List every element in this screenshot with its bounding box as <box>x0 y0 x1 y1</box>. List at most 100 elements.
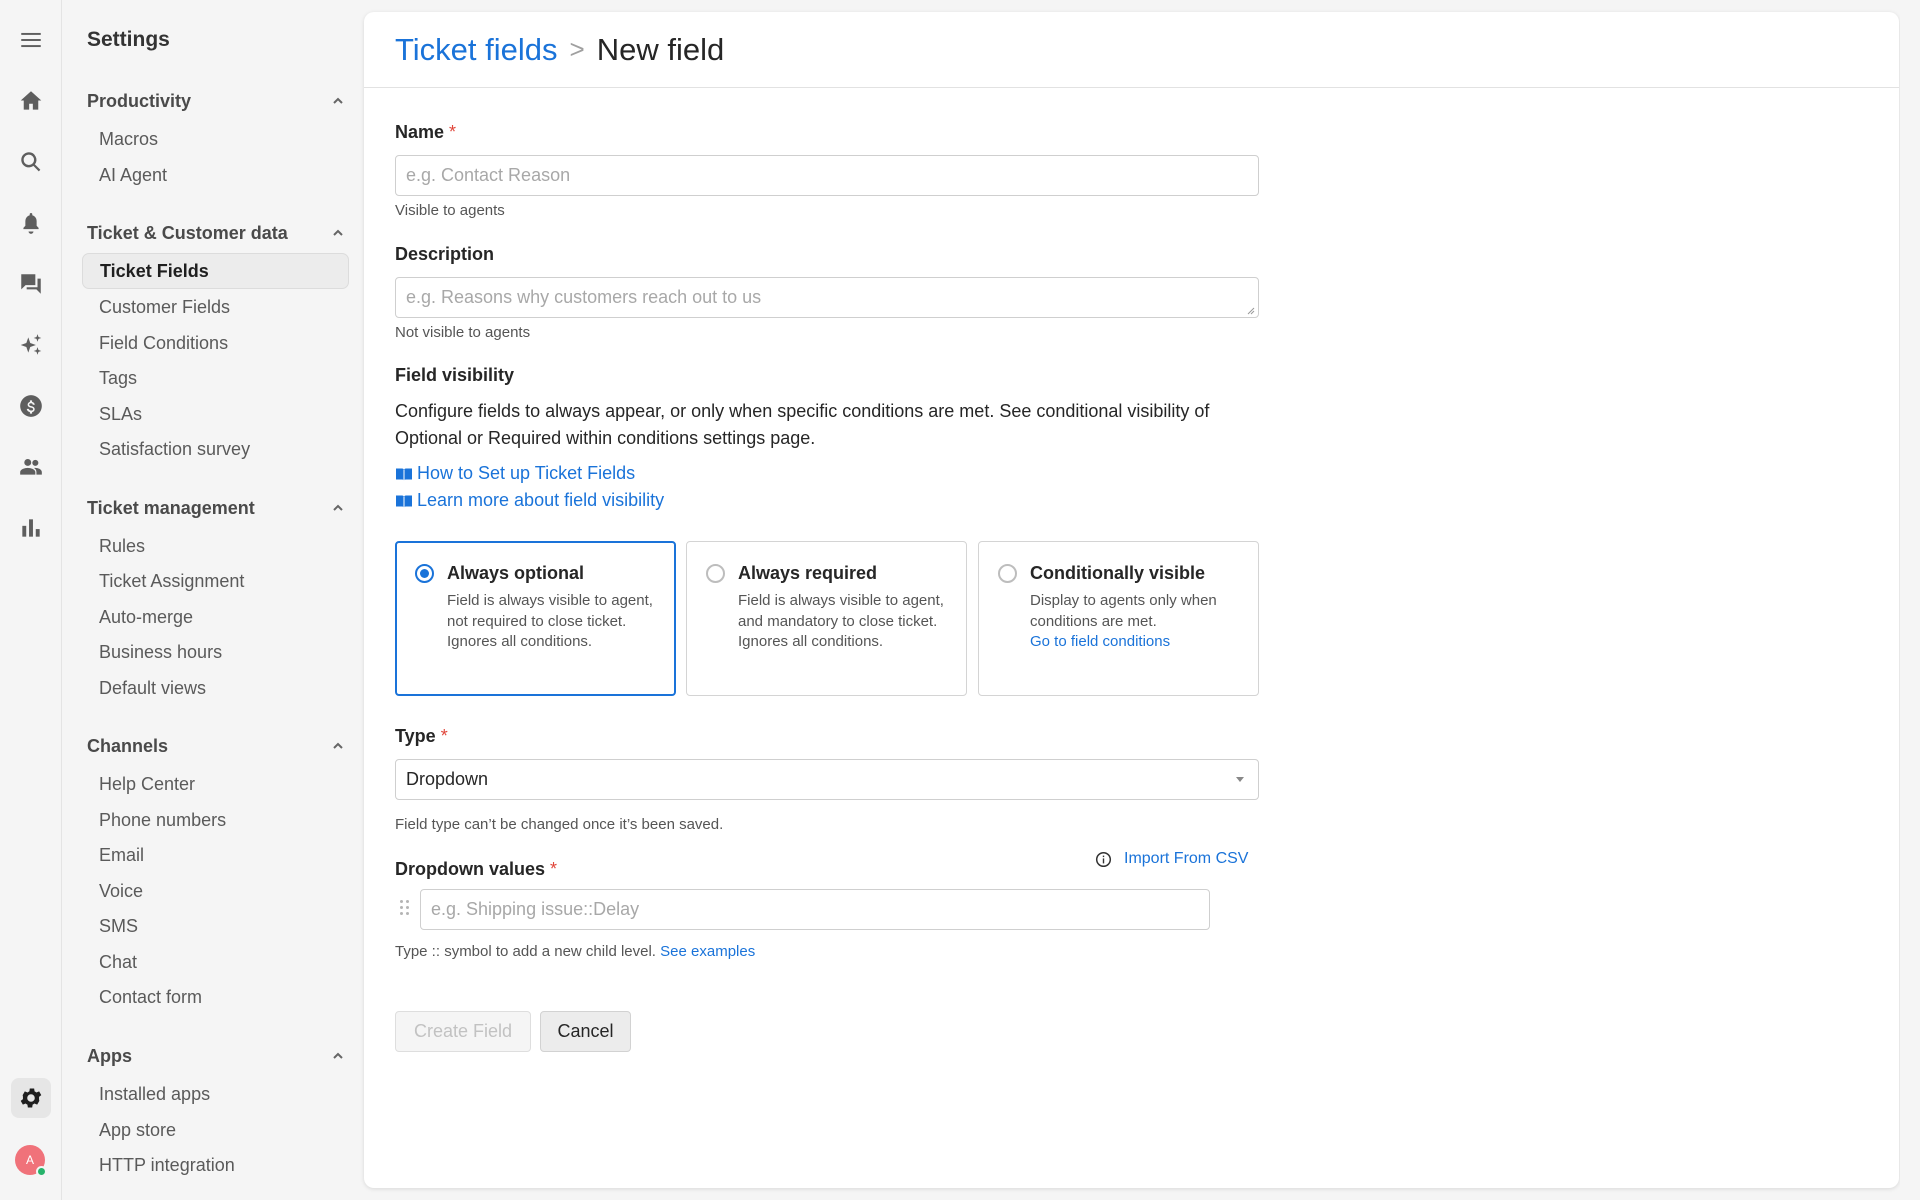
info-icon <box>1095 851 1112 867</box>
user-avatar[interactable]: A <box>15 1145 47 1177</box>
book-icon <box>396 495 412 507</box>
section-ticket-management[interactable]: Ticket management <box>87 496 347 520</box>
sidebar-item-tags[interactable]: Tags <box>82 360 349 396</box>
radio-always-optional[interactable] <box>415 564 434 583</box>
section-apps[interactable]: Apps <box>87 1044 347 1068</box>
create-field-button[interactable]: Create Field <box>395 1011 531 1052</box>
chevron-up-icon <box>333 97 343 104</box>
sidebar-item-help-center[interactable]: Help Center <box>82 766 349 802</box>
name-help-text: Visible to agents <box>395 202 505 219</box>
dollar-icon[interactable] <box>11 386 51 426</box>
breadcrumb-ticket-fields-link[interactable]: Ticket fields <box>395 32 558 68</box>
option-conditionally-visible[interactable]: Conditionally visible Display to agents … <box>978 541 1259 696</box>
sidebar-item-field-conditions[interactable]: Field Conditions <box>82 325 349 361</box>
sidebar-item-default-views[interactable]: Default views <box>82 670 349 706</box>
section-ticket-customer-data[interactable]: Ticket & Customer data <box>87 221 347 245</box>
option-description: Display to agents only when conditions a… <box>1030 592 1217 630</box>
sidebar-title: Settings <box>87 28 170 51</box>
sidebar-item-customer-fields[interactable]: Customer Fields <box>82 289 349 325</box>
icon-rail: A <box>0 0 62 1200</box>
name-label: Name * <box>395 122 456 143</box>
import-from-csv-text: Import From CSV <box>1124 850 1249 867</box>
field-visibility-label: Field visibility <box>395 365 515 385</box>
option-always-required[interactable]: Always required Field is always visible … <box>686 541 967 696</box>
sidebar-item-slas[interactable]: SLAs <box>82 396 349 432</box>
dropdown-values-label: Dropdown values * <box>395 859 557 880</box>
online-status-dot <box>36 1166 47 1177</box>
description-textarea[interactable] <box>395 277 1259 318</box>
chevron-up-icon <box>333 504 343 511</box>
sidebar-item-rules[interactable]: Rules <box>82 528 349 564</box>
type-label: Type * <box>395 726 448 747</box>
name-label-text: Name <box>395 122 445 142</box>
breadcrumb-separator: > <box>569 34 585 64</box>
required-asterisk: * <box>550 859 558 879</box>
sidebar-item-http-integration[interactable]: HTTP integration <box>82 1147 349 1183</box>
field-visibility-description: Configure fields to always appear, or on… <box>395 401 1210 448</box>
type-help-text: Field type can’t be changed once it’s be… <box>395 816 724 833</box>
settings-gear-icon[interactable] <box>11 1078 51 1118</box>
radio-conditionally-visible[interactable] <box>998 564 1017 583</box>
go-to-field-conditions-link[interactable]: Go to field conditions <box>1030 633 1170 650</box>
sidebar-item-email[interactable]: Email <box>82 837 349 873</box>
import-from-csv-link[interactable]: Import From CSV <box>1095 850 1248 868</box>
sidebar-item-app-store[interactable]: App store <box>82 1112 349 1148</box>
learn-more-visibility-link[interactable]: Learn more about field visibility <box>395 490 664 511</box>
option-always-optional[interactable]: Always optional Field is always visible … <box>395 541 676 696</box>
section-channels[interactable]: Channels <box>87 734 347 758</box>
section-label: Channels <box>87 735 169 756</box>
sidebar-item-contact-form[interactable]: Contact form <box>82 979 349 1015</box>
sidebar-item-satisfaction-survey[interactable]: Satisfaction survey <box>82 431 349 467</box>
see-examples-link[interactable]: See examples <box>660 943 755 960</box>
book-icon <box>396 468 412 480</box>
sidebar-item-ticket-assignment[interactable]: Ticket Assignment <box>82 563 349 599</box>
drag-handle-icon[interactable] <box>399 899 411 917</box>
dropdown-value-input[interactable] <box>420 889 1210 930</box>
section-label: Productivity <box>87 90 192 111</box>
how-to-setup-link[interactable]: How to Set up Ticket Fields <box>395 463 635 484</box>
sidebar-item-business-hours[interactable]: Business hours <box>82 634 349 670</box>
dropdown-values-help: Type :: symbol to add a new child level.… <box>395 943 755 960</box>
sidebar-item-ai-agent[interactable]: AI Agent <box>82 157 349 193</box>
sidebar-item-ticket-fields[interactable]: Ticket Fields <box>82 253 349 289</box>
customers-icon[interactable] <box>11 447 51 487</box>
sidebar-item-sms[interactable]: SMS <box>82 908 349 944</box>
required-asterisk: * <box>449 122 457 142</box>
reports-icon[interactable] <box>11 508 51 548</box>
option-title: Always required <box>738 563 878 583</box>
section-label: Ticket & Customer data <box>87 222 288 243</box>
sparkle-icon[interactable] <box>11 325 51 365</box>
sidebar-item-macros[interactable]: Macros <box>82 121 349 157</box>
sidebar-item-chat[interactable]: Chat <box>82 944 349 980</box>
type-select-value: Dropdown <box>406 769 489 789</box>
sidebar-item-phone-numbers[interactable]: Phone numbers <box>82 802 349 838</box>
conversations-icon[interactable] <box>11 264 51 304</box>
type-select[interactable]: Dropdown <box>395 759 1259 800</box>
sidebar-item-installed-apps[interactable]: Installed apps <box>82 1076 349 1112</box>
menu-icon[interactable] <box>11 20 51 60</box>
avatar-initial: A <box>25 1153 34 1167</box>
option-description: Field is always visible to agent, not re… <box>447 592 653 650</box>
description-help-text: Not visible to agents <box>395 324 531 341</box>
home-icon[interactable] <box>11 81 51 121</box>
required-asterisk: * <box>440 726 448 746</box>
chevron-up-icon <box>333 742 343 749</box>
sidebar-item-auto-merge[interactable]: Auto-merge <box>82 599 349 635</box>
page-title: New field <box>596 31 725 67</box>
sidebar-item-voice[interactable]: Voice <box>82 873 349 909</box>
breadcrumb: Ticket fields > New field <box>364 12 1899 88</box>
cancel-button[interactable]: Cancel <box>540 1011 631 1052</box>
search-icon[interactable] <box>11 142 51 182</box>
learn-more-visibility-link-text: Learn more about field visibility <box>417 490 665 510</box>
chevron-up-icon <box>333 229 343 236</box>
option-description-block: Display to agents only when conditions a… <box>1030 591 1248 653</box>
option-title: Conditionally visible <box>1030 563 1206 583</box>
caret-down-icon <box>1236 777 1244 782</box>
section-productivity[interactable]: Productivity <box>87 89 347 113</box>
bell-icon[interactable] <box>11 203 51 243</box>
scrollbar[interactable] <box>1900 0 1920 1200</box>
name-input[interactable] <box>395 155 1259 196</box>
resize-handle-icon[interactable] <box>1246 306 1255 315</box>
radio-always-required[interactable] <box>706 564 725 583</box>
description-label: Description <box>395 244 495 264</box>
